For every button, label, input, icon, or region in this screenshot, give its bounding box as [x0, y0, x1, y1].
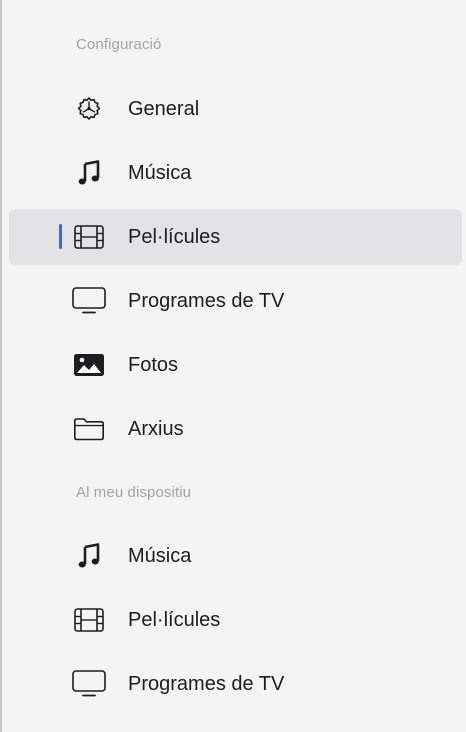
- gear-icon: [71, 95, 107, 123]
- photo-icon: [71, 351, 107, 379]
- sidebar: Configuració General Música Pel·lícules …: [0, 0, 466, 732]
- sidebar-item-files[interactable]: Arxius: [9, 401, 462, 457]
- music-note-icon: [71, 542, 107, 570]
- sidebar-item-general[interactable]: General: [9, 81, 462, 137]
- sidebar-item-device-movies[interactable]: Pel·lícules: [9, 592, 462, 648]
- tv-icon: [71, 287, 107, 315]
- sidebar-item-music[interactable]: Música: [9, 145, 462, 201]
- sidebar-item-label: Programes de TV: [128, 673, 285, 695]
- sidebar-item-label: Música: [128, 162, 192, 184]
- tv-icon: [71, 670, 107, 698]
- sidebar-item-label: Pel·lícules: [128, 609, 221, 631]
- music-note-icon: [71, 159, 107, 187]
- section-header-on-my-device: Al meu dispositiu: [76, 484, 192, 501]
- film-icon: [71, 223, 107, 251]
- selection-indicator: [59, 224, 62, 249]
- sidebar-item-label: Programes de TV: [128, 290, 285, 312]
- section-header-settings: Configuració: [76, 36, 162, 53]
- folder-icon: [71, 415, 107, 443]
- sidebar-item-label: Pel·lícules: [128, 226, 221, 248]
- sidebar-item-photos[interactable]: Fotos: [9, 337, 462, 393]
- sidebar-item-tv-shows[interactable]: Programes de TV: [9, 273, 462, 329]
- sidebar-item-movies[interactable]: Pel·lícules: [9, 209, 462, 265]
- sidebar-item-label: Fotos: [128, 354, 179, 376]
- sidebar-item-label: General: [128, 98, 200, 120]
- sidebar-item-device-music[interactable]: Música: [9, 528, 462, 584]
- film-icon: [71, 606, 107, 634]
- sidebar-item-label: Arxius: [128, 418, 184, 440]
- sidebar-item-label: Música: [128, 545, 192, 567]
- sidebar-item-device-tv-shows[interactable]: Programes de TV: [9, 656, 462, 712]
